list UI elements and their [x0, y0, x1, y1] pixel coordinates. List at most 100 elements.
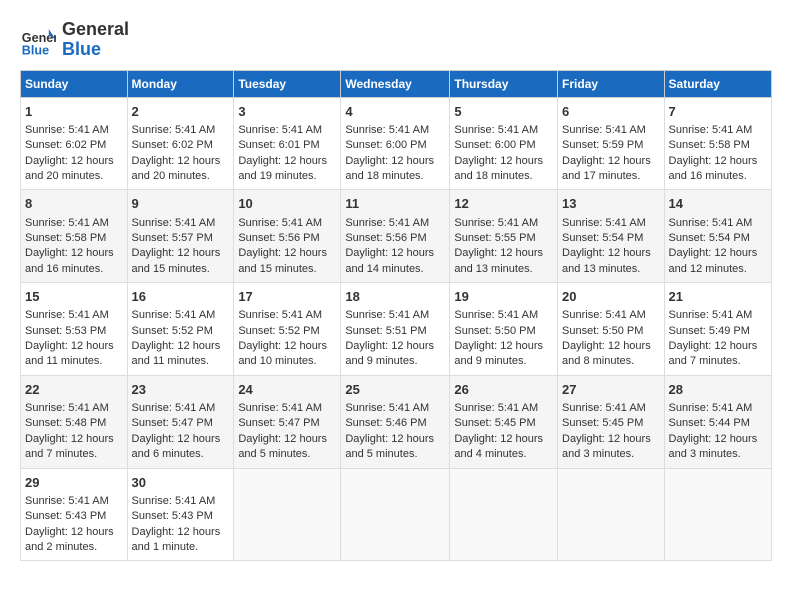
day-number: 17 [238, 288, 336, 306]
day-number: 25 [345, 381, 445, 399]
sunset-label: Sunset: 5:48 PM [25, 417, 106, 429]
daylight-label: Daylight: 12 hours and 10 minutes. [238, 340, 327, 367]
sunset-label: Sunset: 5:54 PM [669, 232, 750, 244]
calendar-cell: 26 Sunrise: 5:41 AM Sunset: 5:45 PM Dayligh… [450, 375, 558, 468]
day-number: 2 [132, 103, 230, 121]
calendar-cell: 16Sunrise: 5:41 AMSunset: 5:52 PMDayligh… [127, 283, 234, 376]
sunset-label: Sunset: 5:45 PM [454, 417, 535, 429]
sunset-label: Sunset: 5:44 PM [669, 417, 750, 429]
calendar-cell: 11Sunrise: 5:41 AMSunset: 5:56 PMDayligh… [341, 190, 450, 283]
calendar-cell: 24Sunrise: 5:41 AMSunset: 5:47 PMDayligh… [234, 375, 341, 468]
calendar-cell: 14 Sunrise: 5:41 AM Sunset: 5:54 PM Dayligh… [664, 190, 771, 283]
sunrise-label: Sunrise: 5:41 AM [345, 402, 429, 414]
day-number: 23 [132, 381, 230, 399]
daylight-label: Daylight: 12 hours and 13 minutes. [562, 247, 651, 274]
calendar-cell: 9 Sunrise: 5:41 AM Sunset: 5:57 PM Daylight… [127, 190, 234, 283]
column-header-tuesday: Tuesday [234, 70, 341, 97]
daylight-label: Daylight: 12 hours and 11 minutes. [132, 340, 221, 367]
sunset-label: Sunset: 5:47 PM [132, 417, 213, 429]
sunrise-label: Sunrise: 5:41 AM [238, 309, 322, 321]
sunset-label: Sunset: 5:50 PM [454, 325, 535, 337]
day-number: 15 [25, 288, 123, 306]
calendar-cell: 25 Sunrise: 5:41 AM Sunset: 5:46 PM Dayligh… [341, 375, 450, 468]
daylight-label: Daylight: 12 hours and 6 minutes. [132, 433, 221, 460]
calendar-cell: 21Sunrise: 5:41 AMSunset: 5:49 PMDayligh… [664, 283, 771, 376]
day-number: 14 [669, 195, 767, 213]
sunset-label: Sunset: 6:01 PM [238, 139, 319, 151]
sunset-label: Sunset: 5:47 PM [238, 417, 319, 429]
sunrise-label: Sunrise: 5:41 AM [669, 124, 753, 136]
sunset-label: Sunset: 5:46 PM [345, 417, 426, 429]
day-number: 9 [132, 195, 230, 213]
calendar-cell: 18Sunrise: 5:41 AMSunset: 5:51 PMDayligh… [341, 283, 450, 376]
day-number: 21 [669, 288, 767, 306]
sunset-label: Sunset: 5:57 PM [132, 232, 213, 244]
calendar-cell: 27Sunrise: 5:41 AMSunset: 5:45 PMDayligh… [558, 375, 665, 468]
sunrise-label: Sunrise: 5:41 AM [454, 217, 538, 229]
column-header-thursday: Thursday [450, 70, 558, 97]
calendar-cell: 3Sunrise: 5:41 AMSunset: 6:01 PMDaylight… [234, 97, 341, 190]
daylight-label: Daylight: 12 hours and 13 minutes. [454, 247, 543, 274]
sunrise-label: Sunrise: 5:41 AM [238, 217, 322, 229]
daylight-label: Daylight: 12 hours and 15 minutes. [132, 247, 221, 274]
calendar-cell: 19Sunrise: 5:41 AMSunset: 5:50 PMDayligh… [450, 283, 558, 376]
calendar-cell: 23 Sunrise: 5:41 AM Sunset: 5:47 PM Dayligh… [127, 375, 234, 468]
day-number: 28 [669, 381, 767, 399]
sunset-label: Sunset: 5:55 PM [454, 232, 535, 244]
day-number: 26 [454, 381, 553, 399]
daylight-label: Daylight: 12 hours and 3 minutes. [562, 433, 651, 460]
sunrise-label: Sunrise: 5:41 AM [454, 402, 538, 414]
calendar-week-2: 8 Sunrise: 5:41 AM Sunset: 5:58 PM Daylight… [21, 190, 772, 283]
daylight-label: Daylight: 12 hours and 18 minutes. [345, 155, 434, 182]
sunrise-label: Sunrise: 5:41 AM [132, 217, 216, 229]
calendar-cell: 20Sunrise: 5:41 AMSunset: 5:50 PMDayligh… [558, 283, 665, 376]
daylight-label: Daylight: 12 hours and 19 minutes. [238, 155, 327, 182]
sunrise-label: Sunrise: 5:41 AM [238, 124, 322, 136]
calendar-cell: 7Sunrise: 5:41 AMSunset: 5:58 PMDaylight… [664, 97, 771, 190]
calendar-week-5: 29Sunrise: 5:41 AMSunset: 5:43 PMDayligh… [21, 468, 772, 561]
sunrise-label: Sunrise: 5:41 AM [25, 124, 109, 136]
day-number: 8 [25, 195, 123, 213]
daylight-label: Daylight: 12 hours and 7 minutes. [669, 340, 758, 367]
sunset-label: Sunset: 5:52 PM [132, 325, 213, 337]
logo: General Blue General Blue [20, 20, 129, 60]
calendar-cell: 4Sunrise: 5:41 AMSunset: 6:00 PMDaylight… [341, 97, 450, 190]
column-header-saturday: Saturday [664, 70, 771, 97]
calendar-week-4: 22Sunrise: 5:41 AMSunset: 5:48 PMDayligh… [21, 375, 772, 468]
sunset-label: Sunset: 5:51 PM [345, 325, 426, 337]
sunset-label: Sunset: 5:58 PM [25, 232, 106, 244]
calendar-cell: 15Sunrise: 5:41 AMSunset: 5:53 PMDayligh… [21, 283, 128, 376]
sunset-label: Sunset: 5:56 PM [238, 232, 319, 244]
daylight-label: Daylight: 12 hours and 7 minutes. [25, 433, 114, 460]
calendar-cell: 8Sunrise: 5:41 AMSunset: 5:58 PMDaylight… [21, 190, 128, 283]
daylight-label: Daylight: 12 hours and 8 minutes. [562, 340, 651, 367]
calendar-cell: 30Sunrise: 5:41 AMSunset: 5:43 PMDayligh… [127, 468, 234, 561]
logo-icon: General Blue [20, 22, 56, 58]
daylight-label: Daylight: 12 hours and 16 minutes. [25, 247, 114, 274]
sunrise-label: Sunrise: 5:41 AM [669, 217, 753, 229]
sunrise-label: Sunrise: 5:41 AM [562, 309, 646, 321]
sunrise-label: Sunrise: 5:41 AM [132, 402, 216, 414]
daylight-label: Daylight: 12 hours and 17 minutes. [562, 155, 651, 182]
sunrise-label: Sunrise: 5:41 AM [132, 495, 216, 507]
daylight-label: Daylight: 12 hours and 12 minutes. [669, 247, 758, 274]
day-number: 29 [25, 474, 123, 492]
daylight-label: Daylight: 12 hours and 5 minutes. [345, 433, 434, 460]
day-number: 16 [132, 288, 230, 306]
calendar-cell [234, 468, 341, 561]
day-number: 5 [454, 103, 553, 121]
calendar-cell: 10Sunrise: 5:41 AMSunset: 5:56 PMDayligh… [234, 190, 341, 283]
sunrise-label: Sunrise: 5:41 AM [345, 124, 429, 136]
day-number: 30 [132, 474, 230, 492]
day-number: 11 [345, 195, 445, 213]
sunset-label: Sunset: 5:49 PM [669, 325, 750, 337]
sunrise-label: Sunrise: 5:41 AM [454, 309, 538, 321]
calendar-cell [558, 468, 665, 561]
day-number: 12 [454, 195, 553, 213]
sunrise-label: Sunrise: 5:41 AM [562, 217, 646, 229]
daylight-label: Daylight: 12 hours and 9 minutes. [454, 340, 543, 367]
daylight-label: Daylight: 12 hours and 4 minutes. [454, 433, 543, 460]
day-number: 7 [669, 103, 767, 121]
daylight-label: Daylight: 12 hours and 20 minutes. [132, 155, 221, 182]
sunset-label: Sunset: 5:50 PM [562, 325, 643, 337]
